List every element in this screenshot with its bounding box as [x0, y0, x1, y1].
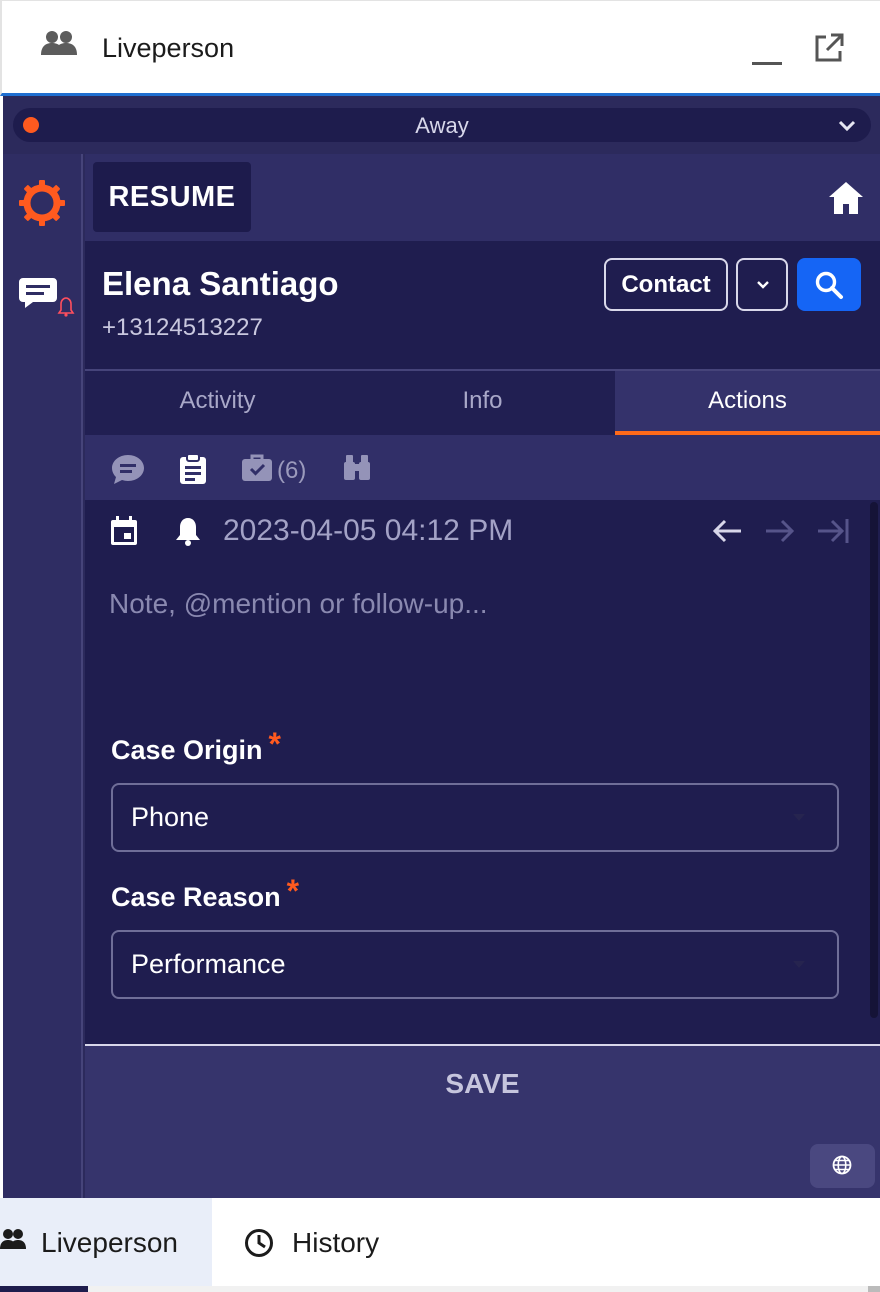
minimize-icon	[752, 62, 782, 65]
note-input[interactable]	[109, 582, 809, 626]
actions-toolbar: (6)	[85, 435, 880, 500]
case-origin-select[interactable]: Phone	[111, 783, 839, 852]
case-origin-label-text: Case Origin	[111, 735, 263, 765]
users-icon	[40, 29, 78, 57]
chat-bubble-icon[interactable]	[111, 453, 145, 490]
caret-down-icon	[793, 814, 805, 821]
case-reason-select[interactable]: Performance	[111, 930, 839, 999]
tab-info[interactable]: Info	[350, 371, 615, 435]
status-label: Away	[415, 113, 469, 138]
arrow-to-end-icon[interactable]	[817, 518, 849, 549]
contact-phone: +13124513227	[102, 314, 263, 341]
clipboard-icon[interactable]	[178, 453, 208, 490]
arrow-right-icon[interactable]	[764, 518, 796, 549]
save-bar: SAVE	[85, 1044, 880, 1198]
case-reason-label-text: Case Reason	[111, 882, 281, 912]
main-content: RESUME Elena Santiago +13124513227 Conta…	[85, 154, 880, 1198]
users-icon	[0, 1229, 26, 1249]
note-form: 2023-04-05 04:12 PM Case Origin* Phone	[85, 500, 880, 1044]
chevron-down-icon	[757, 281, 769, 289]
bell-icon[interactable]	[174, 516, 202, 551]
background-strip-gray	[868, 1286, 880, 1292]
sidebar	[3, 154, 83, 1198]
minimize-button[interactable]	[752, 41, 782, 65]
window-title: Liveperson	[102, 33, 235, 63]
taskbar-tab-history[interactable]: History	[212, 1198, 432, 1286]
form-scrollbar[interactable]	[870, 502, 878, 1018]
home-button[interactable]	[827, 180, 865, 216]
binoculars-icon[interactable]	[343, 453, 371, 486]
agent-status-select[interactable]: Away	[13, 108, 871, 142]
case-origin-label: Case Origin *	[111, 726, 281, 767]
required-mark: *	[286, 873, 300, 909]
language-button[interactable]	[810, 1144, 875, 1188]
conversations-icon[interactable]	[19, 274, 75, 326]
arrow-left-icon[interactable]	[711, 518, 743, 549]
taskbar-tab-label: Liveperson	[41, 1227, 178, 1258]
search-icon	[815, 271, 843, 299]
background-strip-dark	[0, 1286, 88, 1292]
note-datetime[interactable]: 2023-04-05 04:12 PM	[223, 514, 513, 548]
contact-name: Elena Santiago	[102, 265, 339, 302]
task-count: (6)	[277, 457, 307, 484]
taskbar-tab-liveperson[interactable]: Liveperson	[0, 1198, 212, 1286]
tab-actions[interactable]: Actions	[615, 371, 880, 435]
search-button[interactable]	[797, 258, 861, 311]
popout-button[interactable]	[812, 31, 846, 65]
save-button[interactable]: SAVE	[85, 1068, 880, 1100]
required-mark: *	[268, 726, 281, 762]
taskbar-tab-label: History	[292, 1227, 380, 1258]
case-reason-value: Performance	[131, 949, 286, 979]
case-reason-label: Case Reason *	[111, 873, 299, 914]
tab-activity[interactable]: Activity	[85, 371, 350, 435]
globe-icon	[832, 1155, 852, 1175]
calendar-icon[interactable]	[110, 516, 138, 551]
background-window-strip	[0, 1286, 880, 1292]
home-icon	[829, 182, 863, 214]
bottom-taskbar: Liveperson History	[0, 1198, 880, 1292]
chevron-down-icon	[837, 116, 857, 134]
top-bar: RESUME	[85, 154, 880, 241]
record-tabs: Activity Info Actions	[85, 369, 880, 435]
external-link-icon	[815, 33, 844, 62]
clock-icon	[245, 1229, 273, 1257]
caret-down-icon	[793, 961, 805, 968]
resume-button[interactable]: RESUME	[93, 162, 251, 232]
contact-dropdown-button[interactable]	[736, 258, 788, 311]
contact-header: Elena Santiago +13124513227 Contact	[85, 241, 880, 369]
liveperson-panel: Away RESUME Elena Santiago +13124513227 …	[3, 96, 880, 1198]
contact-button[interactable]: Contact	[604, 258, 728, 311]
briefcase-check-icon[interactable]	[241, 453, 273, 488]
case-origin-value: Phone	[131, 802, 210, 832]
liveperson-logo-icon[interactable]	[19, 180, 65, 226]
window-titlebar: Liveperson	[0, 0, 880, 96]
